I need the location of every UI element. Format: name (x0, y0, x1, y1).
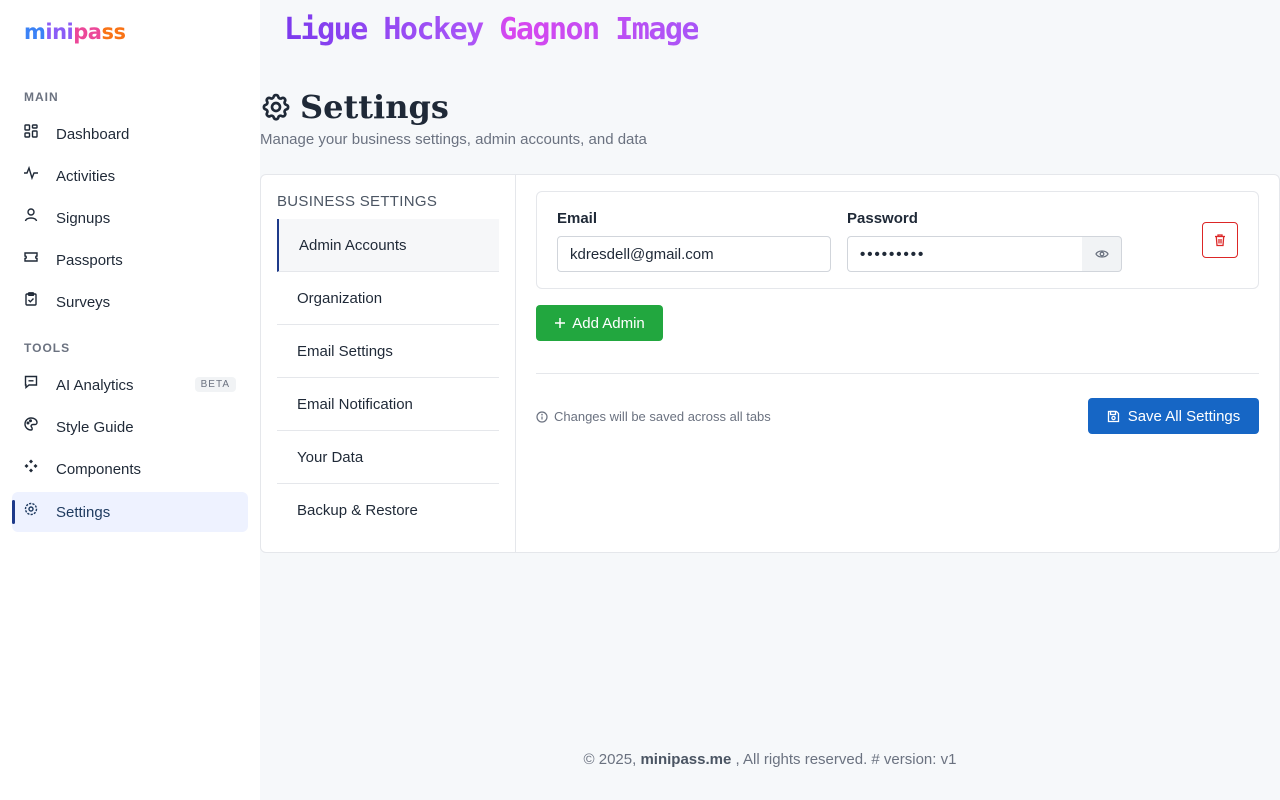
chat-icon (24, 375, 38, 389)
save-hint-text: Changes will be saved across all tabs (554, 409, 771, 424)
components-icon (24, 459, 38, 473)
section-label-tools: TOOLS (24, 341, 71, 355)
sidebar-item-label: Settings (56, 503, 111, 521)
organization-title: Ligue Hockey Gagnon Image (284, 12, 700, 47)
admin-account-row: Email kdresdell@gmail.com Password •••••… (536, 191, 1259, 289)
sidebar-item-components[interactable]: Components (12, 449, 248, 489)
save-all-settings-button[interactable]: Save All Settings (1088, 398, 1259, 434)
logo-part-1: m (24, 20, 46, 44)
gear-icon (262, 93, 290, 121)
divider (536, 373, 1259, 374)
sidebar-item-activities[interactable]: Activities (12, 156, 248, 196)
sidebar-item-label: Dashboard (56, 125, 130, 143)
footer: © 2025, minipass.me , All rights reserve… (260, 751, 1280, 768)
eye-icon (1094, 250, 1109, 258)
save-icon (1107, 410, 1119, 422)
beta-badge: BETA (194, 377, 236, 392)
page-subtitle: Manage your business settings, admin acc… (260, 131, 647, 148)
logo-part-2: ini (45, 20, 74, 44)
sidebar-item-surveys[interactable]: Surveys (12, 282, 248, 322)
sidebar-item-label: Signups (56, 209, 111, 227)
email-field[interactable]: kdresdell@gmail.com (557, 236, 831, 272)
settings-card: BUSINESS SETTINGS Admin Accounts Organiz… (260, 174, 1280, 553)
tab-email-notification[interactable]: Email Notification (277, 378, 499, 431)
sidebar-item-settings[interactable]: Settings (12, 492, 248, 532)
logo-part-3: pa (73, 20, 102, 44)
sidebar-item-label: Style Guide (56, 418, 134, 436)
trash-icon (1215, 234, 1225, 247)
save-hint: Changes will be saved across all tabs (536, 409, 771, 424)
password-label: Password (847, 210, 918, 227)
dashboard-icon (24, 124, 38, 138)
plus-icon (555, 318, 566, 328)
sidebar-item-label: Passports (56, 251, 123, 269)
sidebar-item-label: AI Analytics (56, 376, 134, 394)
tab-backup-restore[interactable]: Backup & Restore (277, 484, 499, 537)
tab-organization[interactable]: Organization (277, 272, 499, 325)
settings-icon (24, 502, 38, 516)
palette-icon (24, 417, 38, 431)
ticket-icon (24, 252, 38, 262)
email-label: Email (557, 210, 598, 227)
delete-admin-button[interactable] (1202, 222, 1238, 258)
sidebar-item-label: Surveys (56, 293, 111, 311)
page-header: Settings (260, 88, 449, 126)
footer-suffix: , All rights reserved. # version: v1 (735, 751, 957, 768)
sidebar-item-passports[interactable]: Passports (12, 240, 248, 280)
settings-tabs-heading: BUSINESS SETTINGS (277, 193, 438, 210)
section-label-main: MAIN (24, 90, 59, 104)
tab-admin-accounts[interactable]: Admin Accounts (277, 219, 499, 272)
tab-email-settings[interactable]: Email Settings (277, 325, 499, 378)
save-all-settings-label: Save All Settings (1127, 407, 1241, 425)
activity-icon (24, 166, 38, 180)
sidebar-item-label: Activities (56, 167, 116, 185)
page-title: Settings (300, 88, 449, 126)
logo-part-4: ss (101, 20, 126, 44)
info-icon (536, 410, 548, 423)
minipass-logo[interactable]: minipass (24, 20, 126, 44)
sidebar-item-style-guide[interactable]: Style Guide (12, 407, 248, 447)
add-admin-label: Add Admin (572, 314, 645, 332)
footer-prefix: © 2025, (583, 751, 637, 768)
settings-tabs: BUSINESS SETTINGS Admin Accounts Organiz… (261, 175, 516, 552)
add-admin-button[interactable]: Add Admin (536, 305, 663, 341)
tab-your-data[interactable]: Your Data (277, 431, 499, 484)
sidebar-item-label: Components (56, 460, 142, 478)
toggle-password-button[interactable] (1082, 236, 1122, 272)
sidebar-item-ai-analytics[interactable]: AI Analytics BETA (12, 365, 248, 405)
footer-brand-link[interactable]: minipass.me (640, 751, 731, 768)
user-icon (24, 208, 38, 222)
sidebar: minipass MAIN Dashboard Activities Signu… (0, 0, 260, 800)
sidebar-item-dashboard[interactable]: Dashboard (12, 114, 248, 154)
password-field[interactable]: ••••••••• (847, 236, 1083, 272)
sidebar-item-signups[interactable]: Signups (12, 198, 248, 238)
clipboard-icon (25, 292, 37, 306)
